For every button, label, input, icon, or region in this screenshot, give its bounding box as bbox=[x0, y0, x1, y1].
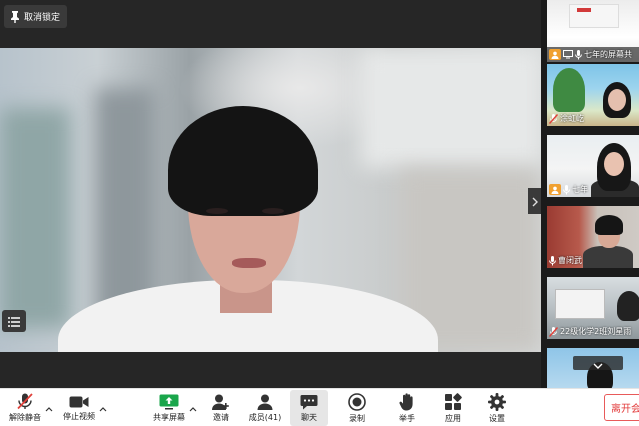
microphone-muted-icon bbox=[16, 393, 34, 410]
chevron-down-icon bbox=[593, 354, 603, 373]
main-stage: 取消锁定 bbox=[0, 0, 541, 388]
apps-label: 应用 bbox=[445, 413, 461, 423]
slide-title-mark bbox=[577, 8, 591, 12]
background-tree bbox=[0, 108, 70, 328]
participant-tile[interactable] bbox=[547, 348, 639, 388]
participant-tile[interactable]: 七年 bbox=[547, 135, 639, 197]
chat-button[interactable]: 聊天 bbox=[290, 390, 328, 426]
chat-bubble-icon bbox=[300, 394, 318, 410]
pin-icon bbox=[10, 10, 20, 23]
unpin-video-button[interactable]: 取消锁定 bbox=[4, 5, 68, 28]
share-screen-label: 共享屏幕 bbox=[153, 412, 185, 422]
record-icon bbox=[348, 392, 366, 411]
members-label: 成员(41) bbox=[248, 412, 282, 422]
participant-name: 曹闭武 bbox=[558, 256, 582, 265]
members-button[interactable]: 成员(41) bbox=[246, 390, 284, 426]
microphone-icon bbox=[549, 255, 556, 266]
speaker-mouth bbox=[232, 258, 266, 268]
gear-icon bbox=[488, 392, 506, 411]
invite-label: 邀请 bbox=[213, 412, 229, 422]
participant-tile[interactable]: 七年的屏幕共 bbox=[547, 0, 639, 62]
meeting-toolbar: 解除静音 停止视频 共享屏幕 邀请 成员(41) 聊天 录制 举手 应用 设置 … bbox=[0, 388, 639, 426]
microphone-icon bbox=[563, 184, 570, 195]
participant-name-bar: 七年的屏幕共 bbox=[547, 47, 639, 62]
participant-name: 七年 bbox=[572, 185, 588, 194]
background-sky bbox=[360, 48, 541, 168]
participant-tile[interactable]: 22级化学2班刘星雨 bbox=[547, 277, 639, 339]
participant-head bbox=[617, 291, 639, 321]
participant-name: 22级化学2班刘星雨 bbox=[560, 327, 632, 336]
settings-label: 设置 bbox=[489, 413, 505, 423]
raise-hand-label: 举手 bbox=[399, 413, 415, 423]
list-icon bbox=[8, 312, 20, 331]
participant-face bbox=[608, 89, 626, 111]
invite-button[interactable]: 邀请 bbox=[206, 390, 236, 426]
background-palm bbox=[553, 68, 585, 112]
participant-tile[interactable]: 曹闭武 bbox=[547, 206, 639, 268]
participant-name-bar: 涂虹屹 bbox=[547, 111, 639, 126]
microphone-icon bbox=[575, 49, 582, 60]
participant-name: 七年的屏幕共 bbox=[584, 50, 632, 59]
share-screen-button[interactable]: 共享屏幕 bbox=[150, 390, 188, 426]
scroll-down-button[interactable] bbox=[573, 356, 623, 370]
speaker-eye-left bbox=[206, 208, 228, 214]
record-label: 录制 bbox=[349, 413, 365, 423]
host-icon bbox=[549, 49, 561, 60]
microphone-muted-icon bbox=[549, 113, 558, 124]
participant-name-bar: 七年 bbox=[547, 182, 639, 197]
record-button[interactable]: 录制 bbox=[340, 390, 374, 426]
microphone-muted-icon bbox=[549, 326, 558, 337]
unpin-label: 取消锁定 bbox=[24, 13, 61, 23]
unmute-button[interactable]: 解除静音 bbox=[6, 390, 44, 426]
leave-meeting-button[interactable]: 离开会议 bbox=[604, 394, 639, 421]
host-icon bbox=[549, 184, 561, 195]
participant-name-bar: 22级化学2班刘星雨 bbox=[547, 324, 639, 339]
chevron-up-icon bbox=[99, 397, 107, 416]
speaker-eye-right bbox=[262, 208, 284, 214]
participant-name-bar: 曹闭武 bbox=[547, 253, 639, 268]
main-speaker-video[interactable] bbox=[0, 48, 541, 352]
participant-tile[interactable]: 涂虹屹 bbox=[547, 64, 639, 126]
screen-share-icon bbox=[563, 50, 573, 59]
collapse-panel-button[interactable] bbox=[528, 188, 541, 214]
share-screen-icon bbox=[159, 394, 179, 410]
stop-video-label: 停止视频 bbox=[63, 411, 95, 421]
chevron-up-icon bbox=[45, 397, 53, 416]
unmute-label: 解除静音 bbox=[9, 413, 41, 422]
participant-name: 涂虹屹 bbox=[560, 114, 584, 123]
apps-button[interactable]: 应用 bbox=[436, 390, 470, 426]
speaker-hair bbox=[168, 106, 318, 216]
share-options-caret[interactable] bbox=[188, 401, 198, 411]
leave-label: 离开会议 bbox=[611, 404, 639, 415]
users-icon bbox=[256, 394, 274, 410]
chat-label: 聊天 bbox=[301, 412, 317, 422]
meeting-window: 取消锁定 七年的屏幕共 涂虹屹 七年 曹闭武 22级化学2班刘星雨 解除静音 停… bbox=[0, 0, 639, 426]
participant-hair bbox=[595, 215, 623, 235]
hand-icon bbox=[399, 392, 415, 411]
settings-button[interactable]: 设置 bbox=[480, 390, 514, 426]
chevron-right-icon bbox=[532, 192, 538, 211]
raise-hand-button[interactable]: 举手 bbox=[390, 390, 424, 426]
participant-face bbox=[604, 152, 624, 176]
participant-gallery: 七年的屏幕共 涂虹屹 七年 曹闭武 22级化学2班刘星雨 bbox=[541, 0, 639, 388]
video-camera-icon bbox=[69, 395, 89, 409]
stop-video-button[interactable]: 停止视频 bbox=[60, 390, 98, 426]
layout-list-toggle[interactable] bbox=[2, 310, 26, 332]
add-user-icon bbox=[212, 394, 230, 410]
apps-grid-icon bbox=[444, 392, 462, 411]
chevron-up-icon bbox=[189, 397, 197, 416]
video-options-caret[interactable] bbox=[98, 401, 108, 411]
audio-options-caret[interactable] bbox=[44, 401, 54, 411]
background-building bbox=[555, 289, 605, 319]
